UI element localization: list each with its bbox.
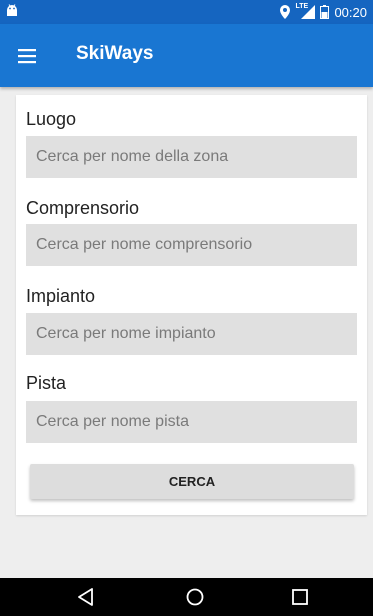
status-bar: LTE 00:20 (0, 0, 373, 24)
comprensorio-search-input[interactable] (26, 224, 357, 266)
comprensorio-label: Comprensorio (26, 198, 140, 218)
back-icon[interactable] (76, 587, 96, 607)
app-title: SkiWays (76, 43, 154, 64)
pista-label: Pista (26, 373, 67, 393)
location-icon (280, 5, 291, 19)
luogo-search-input[interactable] (26, 136, 357, 178)
search-button[interactable]: CERCA (30, 464, 354, 499)
hamburger-menu-icon[interactable] (16, 44, 40, 68)
impianto-search-input[interactable] (26, 313, 357, 355)
home-icon[interactable] (185, 587, 205, 607)
signal-icon: LTE (295, 3, 316, 19)
battery-icon (320, 5, 330, 19)
navigation-bar (0, 578, 373, 616)
luogo-label: Luogo (26, 109, 77, 129)
app-toolbar: SkiWays (0, 24, 373, 87)
search-form-card: Luogo Comprensorio Impianto Pista CERCA (16, 95, 367, 515)
recents-icon[interactable] (290, 587, 310, 607)
android-icon (7, 4, 17, 16)
pista-search-input[interactable] (26, 401, 357, 443)
impianto-label: Impianto (26, 286, 96, 306)
status-time: 00:20 (334, 4, 367, 20)
